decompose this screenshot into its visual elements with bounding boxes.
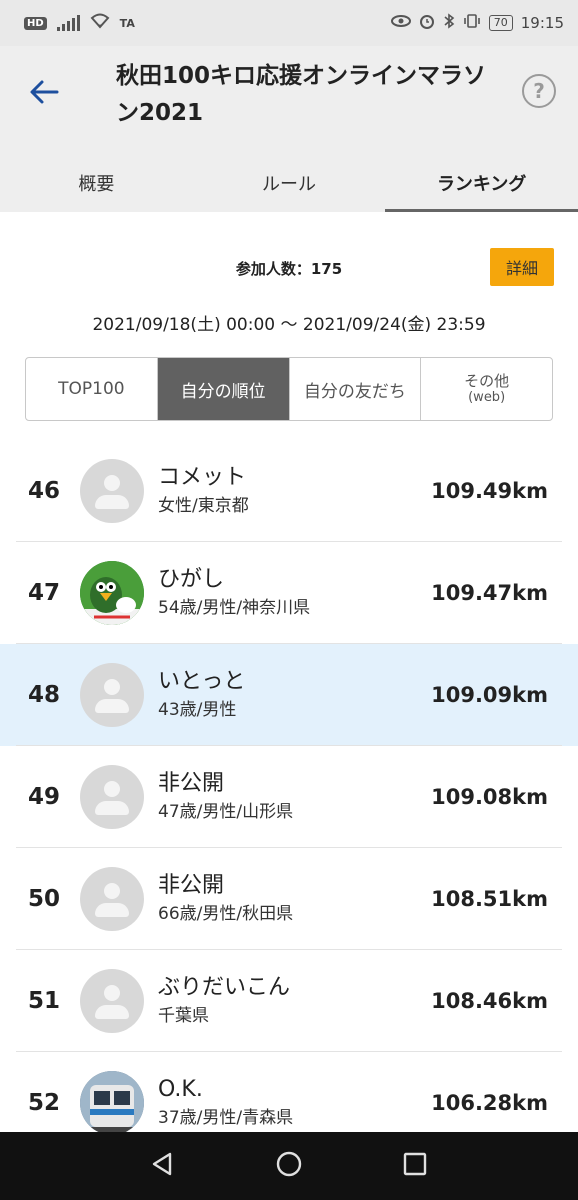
distance: 109.09km: [431, 683, 548, 707]
tab-rules[interactable]: ルール: [193, 154, 386, 212]
alarm-icon: [419, 13, 435, 33]
nav-recents-button[interactable]: [395, 1146, 435, 1186]
segment-other-sub: (web): [468, 390, 506, 405]
bluetooth-icon: [443, 13, 455, 33]
rank-number: 51: [28, 988, 61, 1014]
distance: 109.47km: [431, 581, 548, 605]
tab-overview[interactable]: 概要: [0, 154, 193, 212]
tab-bar: 概要 ルール ランキング: [0, 154, 578, 212]
page-title: 秋田100キロ応援オンラインマラソン2021: [116, 63, 487, 126]
segment-my-friends[interactable]: 自分の友だち: [290, 358, 422, 420]
rank-number: 50: [28, 886, 61, 912]
rank-number: 46: [28, 478, 61, 504]
vibrate-icon: [463, 13, 481, 33]
avatar: [80, 663, 144, 727]
status-left: HD TA: [24, 13, 135, 33]
status-right: 70 19:15: [390, 13, 564, 33]
avatar: [80, 459, 144, 523]
avatar-photo: [80, 1071, 144, 1135]
ta-icon: TA: [119, 16, 135, 30]
event-period: 2021/09/18(土) 00:00 〜 2021/09/24(金) 23:5…: [92, 315, 486, 335]
ranking-row-self[interactable]: 48 いとっと 43歳/男性 109.09km: [0, 644, 578, 746]
segment-other[interactable]: その他 (web): [421, 358, 552, 420]
distance: 108.46km: [431, 989, 548, 1013]
rank-number: 52: [28, 1090, 61, 1116]
square-recents-icon: [402, 1151, 428, 1181]
ranking-row[interactable]: 50 非公開 66歳/男性/秋田県 108.51km: [0, 848, 578, 950]
system-nav-bar: [0, 1132, 578, 1200]
arrow-left-icon: [29, 79, 59, 109]
clock-time: 19:15: [520, 14, 564, 32]
ranking-row[interactable]: 47 ひがし 54歳/男性/神奈川県 109.47km: [0, 542, 578, 644]
nav-back-button[interactable]: [143, 1146, 183, 1186]
question-icon: ?: [533, 79, 545, 103]
rank-number: 48: [28, 682, 61, 708]
avatar-photo: [80, 561, 144, 625]
avatar: [80, 969, 144, 1033]
app-header: 秋田100キロ応援オンラインマラソン2021 ? 概要 ルール ランキング: [0, 46, 578, 212]
ranking-row[interactable]: 49 非公開 47歳/男性/山形県 109.08km: [0, 746, 578, 848]
tab-ranking[interactable]: ランキング: [385, 154, 578, 212]
ranking-row[interactable]: 46 コメット 女性/東京都 109.49km: [0, 440, 578, 542]
circle-home-icon: [275, 1150, 303, 1182]
nav-home-button[interactable]: [269, 1146, 309, 1186]
ranking-filter: TOP100 自分の順位 自分の友だち その他 (web): [25, 357, 553, 421]
signal-icon: [56, 15, 80, 31]
help-button[interactable]: ?: [522, 74, 556, 108]
ranking-row[interactable]: 51 ぶりだいこん 千葉県 108.46km: [0, 950, 578, 1052]
status-bar: HD TA 70 19:15: [0, 0, 578, 46]
distance: 108.51km: [431, 887, 548, 911]
battery-icon: 70: [488, 15, 513, 31]
rank-number: 49: [28, 784, 61, 810]
distance: 106.28km: [431, 1091, 548, 1115]
avatar: [80, 765, 144, 829]
segment-my-rank[interactable]: 自分の順位: [157, 358, 290, 420]
distance: 109.49km: [431, 479, 548, 503]
wifi-icon: [90, 13, 110, 33]
segment-top100[interactable]: TOP100: [26, 358, 158, 420]
ranking-list: 46 コメット 女性/東京都 109.49km 47 ひがし 54歳/男性/神奈…: [0, 440, 578, 1154]
detail-button[interactable]: 詳細: [490, 248, 554, 286]
eye-icon: [390, 14, 411, 32]
avatar: [80, 867, 144, 931]
distance: 109.08km: [431, 785, 548, 809]
triangle-back-icon: [150, 1151, 176, 1181]
rank-number: 47: [28, 580, 61, 606]
hd-icon: HD: [24, 16, 47, 30]
back-button[interactable]: [22, 74, 66, 114]
segment-other-label: その他: [464, 372, 510, 390]
